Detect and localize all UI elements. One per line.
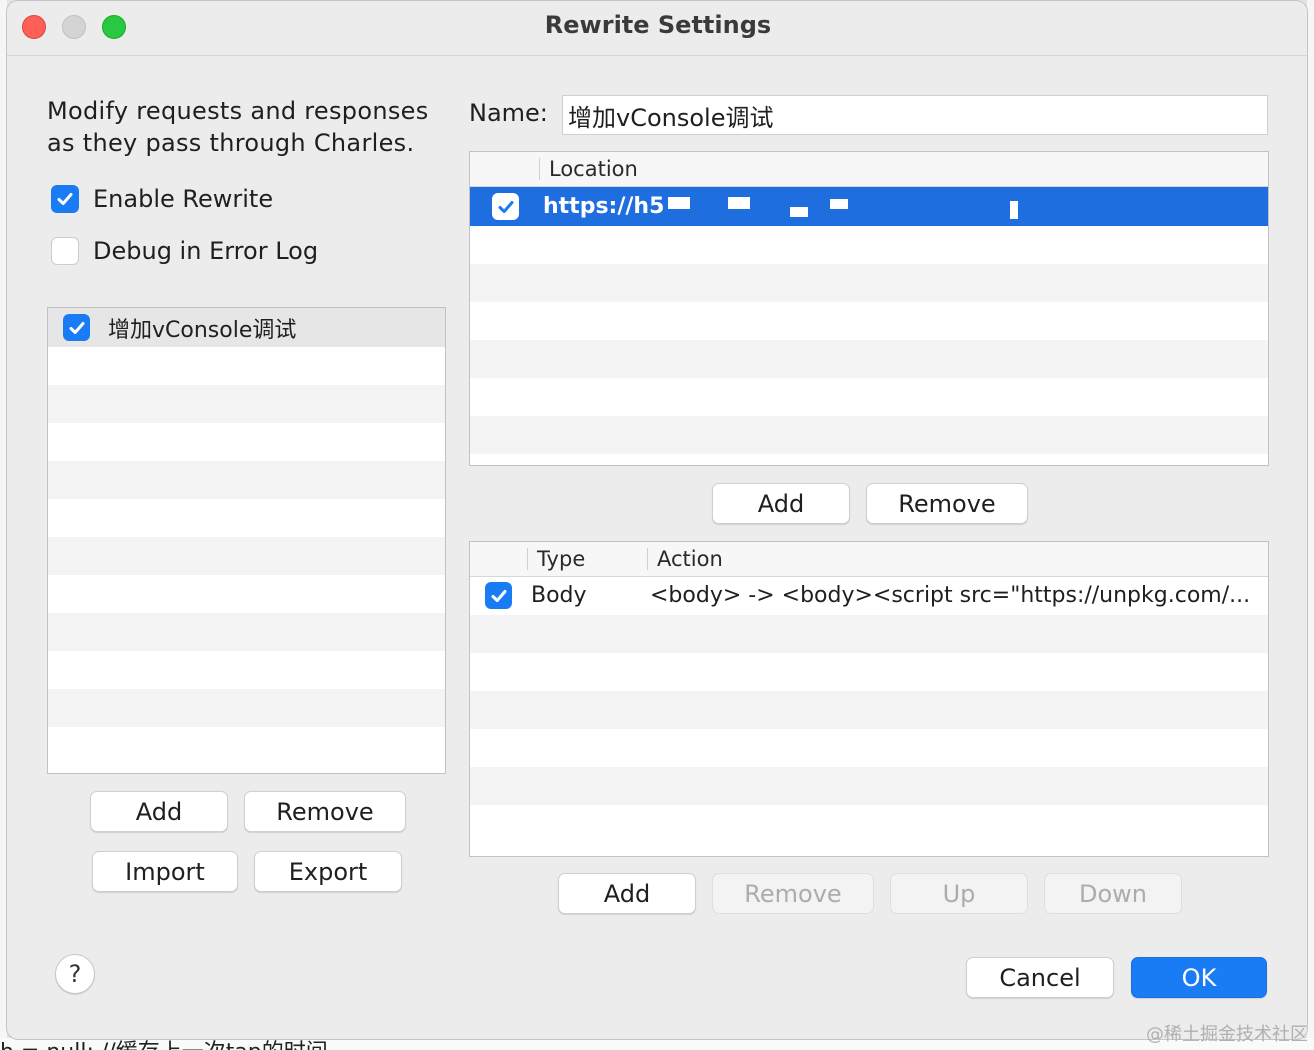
empty-row bbox=[470, 302, 1268, 340]
dialog-description: Modify requests and responses as they pa… bbox=[47, 97, 429, 157]
rewrite-settings-dialog: Rewrite Settings Modify requests and res… bbox=[6, 0, 1308, 1040]
sets-import-button[interactable]: Import bbox=[92, 851, 238, 892]
debug-error-log-label: Debug in Error Log bbox=[93, 237, 319, 265]
empty-row bbox=[48, 347, 445, 385]
ok-button[interactable]: OK bbox=[1131, 957, 1267, 998]
empty-row bbox=[48, 461, 445, 499]
rewrite-sets-list[interactable]: 增加vConsole调试 bbox=[47, 307, 446, 774]
redaction-mark bbox=[1010, 201, 1018, 219]
title-bar: Rewrite Settings bbox=[7, 1, 1307, 56]
rule-row[interactable]: Body <body> -> <body><script src="https:… bbox=[470, 577, 1268, 615]
empty-row bbox=[470, 378, 1268, 416]
rule-remove-button[interactable]: Remove bbox=[712, 873, 874, 914]
rules-table-header: Type Action bbox=[470, 542, 1268, 577]
action-column-header[interactable]: Action bbox=[657, 547, 723, 571]
empty-row bbox=[470, 805, 1268, 843]
enable-rewrite-option[interactable]: Enable Rewrite bbox=[51, 185, 273, 213]
empty-row bbox=[470, 264, 1268, 302]
type-column-header[interactable]: Type bbox=[537, 547, 585, 571]
rewrite-set-checkbox[interactable] bbox=[63, 314, 90, 341]
empty-row bbox=[48, 537, 445, 575]
location-add-button[interactable]: Add bbox=[712, 483, 850, 524]
location-remove-button[interactable]: Remove bbox=[866, 483, 1028, 524]
enable-rewrite-checkbox[interactable] bbox=[51, 185, 79, 213]
rule-type: Body bbox=[531, 583, 587, 608]
empty-row bbox=[48, 689, 445, 727]
location-table-header: Location bbox=[470, 152, 1268, 187]
window-title: Rewrite Settings bbox=[544, 11, 772, 39]
empty-row bbox=[470, 767, 1268, 805]
location-table[interactable]: Location https://h5 bbox=[469, 151, 1269, 466]
name-input[interactable] bbox=[562, 95, 1268, 135]
empty-row bbox=[470, 653, 1268, 691]
name-label: Name: bbox=[469, 99, 548, 127]
empty-row bbox=[470, 691, 1268, 729]
rules-table[interactable]: Type Action Body <body> -> <body><script… bbox=[469, 541, 1269, 857]
enable-rewrite-label: Enable Rewrite bbox=[93, 185, 274, 213]
redaction-mark bbox=[728, 197, 750, 209]
redaction-mark bbox=[830, 199, 848, 209]
redaction-mark bbox=[668, 197, 690, 209]
location-url: https://h5 bbox=[543, 194, 665, 219]
empty-row bbox=[470, 416, 1268, 454]
location-row[interactable]: https://h5 bbox=[470, 187, 1268, 226]
cancel-button[interactable]: Cancel bbox=[966, 957, 1114, 998]
checkmark-icon bbox=[57, 193, 73, 205]
empty-row bbox=[48, 613, 445, 651]
empty-row bbox=[470, 729, 1268, 767]
checkmark-icon bbox=[69, 321, 84, 334]
empty-row bbox=[470, 226, 1268, 264]
checkmark-icon bbox=[498, 200, 513, 213]
empty-row bbox=[470, 615, 1268, 653]
sets-add-button[interactable]: Add bbox=[90, 791, 228, 832]
background-window-right-edge bbox=[1307, 0, 1314, 1050]
redaction-mark bbox=[790, 207, 808, 217]
location-checkbox[interactable] bbox=[492, 193, 519, 220]
debug-error-log-checkbox[interactable] bbox=[51, 237, 79, 265]
empty-row bbox=[48, 575, 445, 613]
empty-row bbox=[48, 423, 445, 461]
checkmark-icon bbox=[491, 589, 506, 602]
watermark: @稀土掘金技术社区 bbox=[1146, 1024, 1308, 1045]
rule-up-button[interactable]: Up bbox=[890, 873, 1028, 914]
rule-checkbox[interactable] bbox=[485, 582, 512, 609]
rule-down-button[interactable]: Down bbox=[1044, 873, 1182, 914]
debug-error-log-option[interactable]: Debug in Error Log bbox=[51, 237, 318, 265]
sets-export-button[interactable]: Export bbox=[254, 851, 402, 892]
empty-row bbox=[48, 385, 445, 423]
sets-remove-button[interactable]: Remove bbox=[244, 791, 406, 832]
rule-action: <body> -> <body><script src="https://unp… bbox=[650, 583, 1251, 608]
empty-row bbox=[470, 340, 1268, 378]
empty-row bbox=[48, 651, 445, 689]
rewrite-set-name: 增加vConsole调试 bbox=[108, 317, 297, 343]
rule-add-button[interactable]: Add bbox=[558, 873, 696, 914]
empty-row bbox=[48, 727, 445, 765]
empty-row bbox=[48, 499, 445, 537]
rewrite-set-row[interactable]: 增加vConsole调试 bbox=[48, 308, 445, 347]
location-column-header[interactable]: Location bbox=[549, 157, 638, 181]
help-button[interactable]: ? bbox=[55, 954, 95, 994]
